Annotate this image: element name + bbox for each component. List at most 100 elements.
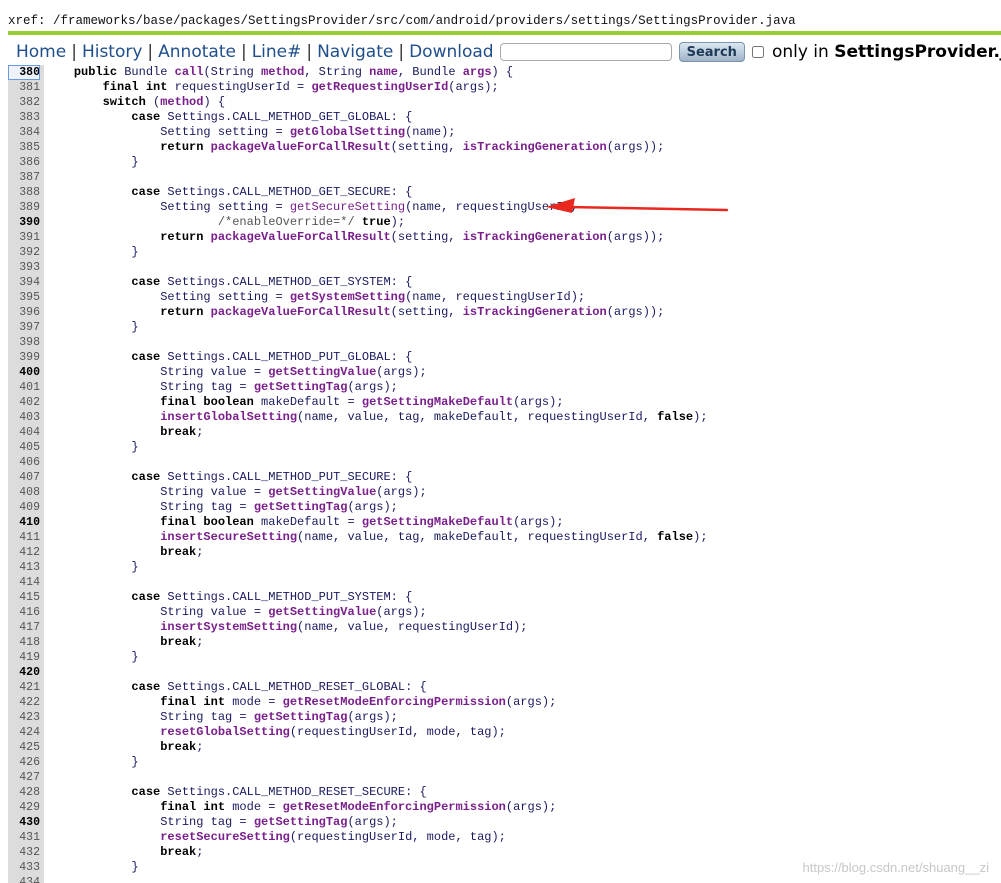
line-number[interactable]: 400 [8,365,40,380]
identifier[interactable]: isTrackingGeneration [463,305,607,319]
nav-home-link[interactable]: Home [16,42,66,62]
nav-download-link[interactable]: Download [409,42,494,62]
line-number[interactable]: 380 [8,65,40,80]
line-number[interactable]: 422 [8,695,40,710]
line-number[interactable]: 424 [8,725,40,740]
identifier[interactable]: isTrackingGeneration [463,230,607,244]
identifier[interactable]: insertGlobalSetting [160,410,297,424]
identifier[interactable]: getSettingTag [254,380,348,394]
line-number[interactable]: 429 [8,800,40,815]
identifier[interactable]: packageValueForCallResult [211,305,391,319]
identifier[interactable]: args [463,65,492,79]
line-number[interactable]: 408 [8,485,40,500]
identifier[interactable]: getSettingMakeDefault [362,515,513,529]
line-number[interactable]: 418 [8,635,40,650]
line-number[interactable]: 385 [8,140,40,155]
line-number[interactable]: 405 [8,440,40,455]
line-number[interactable]: 382 [8,95,40,110]
line-number[interactable]: 434 [8,875,40,883]
identifier[interactable]: getResetModeEnforcingPermission [283,800,506,814]
identifier[interactable]: getResetModeEnforcingPermission [283,695,506,709]
line-number[interactable]: 430 [8,815,40,830]
identifier[interactable]: method [261,65,304,79]
line-number[interactable]: 415 [8,590,40,605]
identifier[interactable]: insertSecureSetting [160,530,297,544]
line-number[interactable]: 406 [8,455,40,470]
line-number[interactable]: 423 [8,710,40,725]
line-number[interactable]: 397 [8,320,40,335]
identifier[interactable]: packageValueForCallResult [211,230,391,244]
line-number[interactable]: 413 [8,560,40,575]
line-number[interactable]: 396 [8,305,40,320]
identifier[interactable]: getSettingTag [254,500,348,514]
line-number[interactable]: 431 [8,830,40,845]
code-text: final int mode = getResetModeEnforcingPe… [160,695,557,709]
line-number[interactable]: 432 [8,845,40,860]
code-line: 385 return packageValueForCallResult(set… [8,140,664,155]
identifier[interactable]: getSettingValue [268,365,376,379]
line-number[interactable]: 428 [8,785,40,800]
line-number[interactable]: 399 [8,350,40,365]
line-number[interactable]: 392 [8,245,40,260]
nav-history-link[interactable]: History [82,42,142,62]
line-number[interactable]: 390 [8,215,40,230]
line-number[interactable]: 391 [8,230,40,245]
line-number[interactable]: 425 [8,740,40,755]
identifier[interactable]: method [160,95,203,109]
search-input[interactable] [499,43,672,61]
identifier[interactable]: getSettingValue [268,605,376,619]
identifier[interactable]: name [369,65,398,79]
line-number[interactable]: 384 [8,125,40,140]
line-number[interactable]: 402 [8,395,40,410]
identifier[interactable]: packageValueForCallResult [211,140,391,154]
identifier[interactable]: resetGlobalSetting [160,725,290,739]
line-number[interactable]: 420 [8,665,40,680]
line-number[interactable]: 426 [8,755,40,770]
identifier[interactable]: getSettingTag [254,710,348,724]
source-code-view[interactable]: 380 public Bundle call(String method, St… [8,65,1001,883]
identifier[interactable]: getGlobalSetting [290,125,405,139]
line-number[interactable]: 410 [8,515,40,530]
line-number[interactable]: 388 [8,185,40,200]
identifier[interactable]: isTrackingGeneration [463,140,607,154]
line-number[interactable]: 393 [8,260,40,275]
line-number[interactable]: 416 [8,605,40,620]
line-number[interactable]: 409 [8,500,40,515]
line-number[interactable]: 401 [8,380,40,395]
line-number[interactable]: 398 [8,335,40,350]
identifier[interactable]: resetSecureSetting [160,830,290,844]
nav-navigate-link[interactable]: Navigate [317,42,393,62]
line-number[interactable]: 404 [8,425,40,440]
identifier[interactable]: call [175,65,204,79]
line-number[interactable]: 412 [8,545,40,560]
line-number[interactable]: 427 [8,770,40,785]
line-number[interactable]: 407 [8,470,40,485]
keyword: break [160,740,197,754]
identifier[interactable]: getRequestingUserId [311,80,448,94]
nav-line-link[interactable]: Line# [252,42,302,62]
line-number[interactable]: 417 [8,620,40,635]
line-number[interactable]: 386 [8,155,40,170]
nav-annotate-link[interactable]: Annotate [158,42,236,62]
line-number[interactable]: 387 [8,170,40,185]
line-number[interactable]: 421 [8,680,40,695]
line-number[interactable]: 394 [8,275,40,290]
line-number[interactable]: 381 [8,80,40,95]
only-in-file-checkbox[interactable] [751,46,764,58]
line-number[interactable]: 395 [8,290,40,305]
identifier[interactable]: getSettingValue [268,485,376,499]
line-number[interactable]: 419 [8,650,40,665]
line-number[interactable]: 389 [8,200,40,215]
line-number[interactable]: 433 [8,860,40,875]
line-number[interactable]: 414 [8,575,40,590]
search-button[interactable]: Search [678,42,745,62]
identifier[interactable]: getSettingMakeDefault [362,395,513,409]
line-number[interactable]: 403 [8,410,40,425]
identifier[interactable]: insertSystemSetting [160,620,297,634]
code-line: 383 case Settings.CALL_METHOD_GET_GLOBAL… [8,110,412,125]
identifier[interactable]: getSecureSetting [290,200,405,214]
identifier[interactable]: getSettingTag [254,815,348,829]
line-number[interactable]: 383 [8,110,40,125]
line-number[interactable]: 411 [8,530,40,545]
identifier[interactable]: getSystemSetting [290,290,405,304]
